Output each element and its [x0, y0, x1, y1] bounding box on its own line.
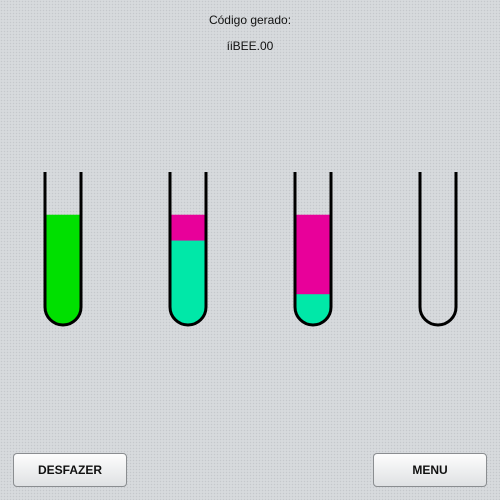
tube-3[interactable] — [293, 172, 333, 327]
tube-2[interactable] — [168, 172, 208, 327]
tube-4[interactable] — [418, 172, 458, 327]
tube-3-liquid-magenta — [295, 214, 331, 295]
menu-button[interactable]: MENU — [373, 453, 487, 487]
tube-2-liquid-magenta — [170, 214, 206, 241]
tube-1[interactable] — [43, 172, 83, 327]
undo-button[interactable]: DESFAZER — [13, 453, 127, 487]
tubes-area — [43, 172, 458, 327]
tube-4-outline — [418, 172, 458, 327]
tube-1-liquid-green — [45, 214, 81, 325]
tube-2-liquid-teal — [170, 240, 206, 325]
